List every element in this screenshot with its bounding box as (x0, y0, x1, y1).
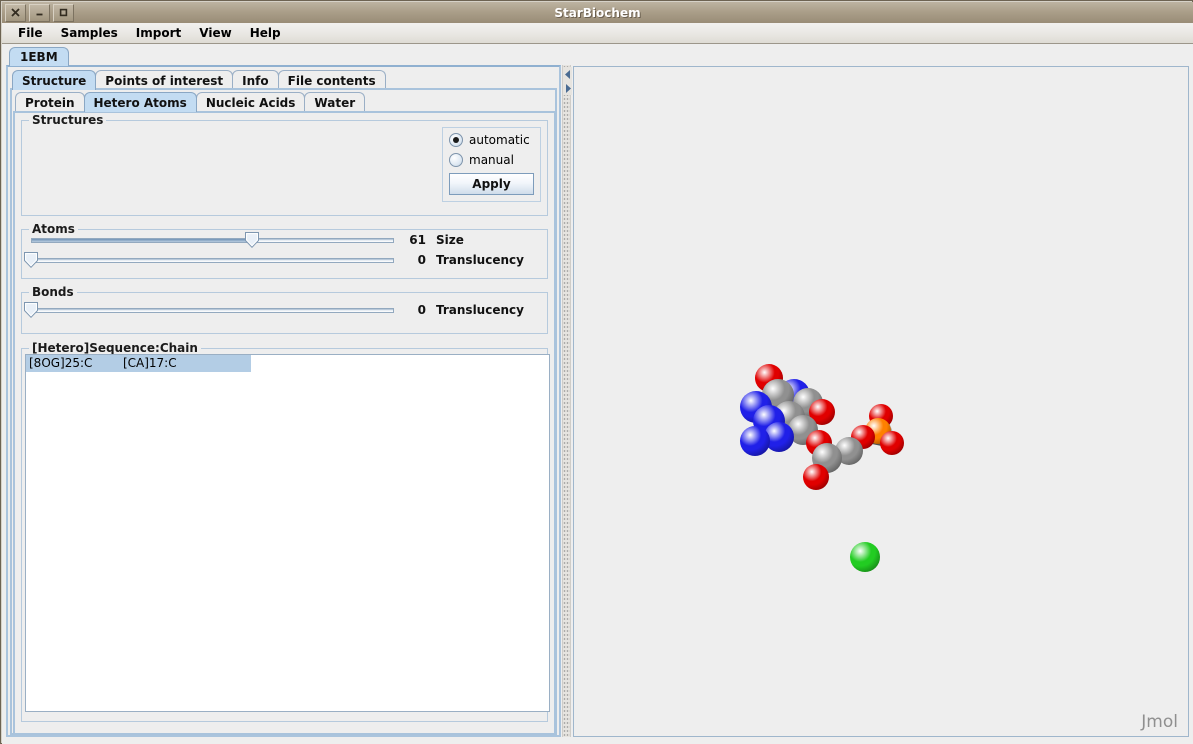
atoms-translucency-row: 0 Translucency (22, 250, 547, 270)
jmol-3d-viewport[interactable]: Jmol (576, 69, 1186, 734)
tab-water[interactable]: Water (304, 92, 366, 112)
atoms-size-fill (32, 239, 252, 242)
hetero-atoms-panel: Structures automatic manual Apply Atoms … (13, 111, 556, 735)
tab-protein[interactable]: Protein (15, 92, 85, 112)
radio-manual-label: manual (469, 153, 514, 167)
bonds-group: Bonds 0 Translucency (21, 285, 548, 334)
menu-help[interactable]: Help (241, 24, 290, 42)
atoms-translucency-thumb[interactable] (24, 252, 38, 268)
bonds-group-title: Bonds (29, 285, 77, 299)
starbiochem-window: StarBiochem File Samples Import View Hel… (0, 0, 1193, 744)
atoms-translucency-value: 0 (417, 253, 426, 267)
structure-tab-panel: Protein Hetero Atoms Nucleic Acids Water… (10, 88, 557, 735)
jmol-watermark: Jmol (1141, 712, 1178, 732)
maximize-window-button[interactable] (53, 3, 74, 22)
atoms-translucency-slider[interactable] (24, 251, 394, 269)
collapse-left-icon[interactable] (563, 67, 572, 81)
atoms-translucency-track (31, 258, 394, 263)
hetero-sequence-list[interactable]: [8OG]25:C [CA]17:C (25, 354, 550, 712)
close-window-button[interactable] (5, 3, 26, 22)
radio-manual[interactable]: manual (449, 153, 534, 167)
bonds-translucency-row: 0 Translucency (22, 300, 547, 320)
bonds-translucency-slider[interactable] (24, 301, 394, 319)
atom-sphere (850, 542, 880, 572)
collapse-right-icon[interactable] (563, 81, 572, 95)
bonds-translucency-thumb[interactable] (24, 302, 38, 318)
tab-points-of-interest[interactable]: Points of interest (95, 70, 234, 90)
tab-file-contents[interactable]: File contents (277, 70, 386, 90)
atoms-size-slider[interactable] (31, 231, 394, 249)
menu-bar: File Samples Import View Help (2, 23, 1193, 44)
window-title: StarBiochem (554, 5, 641, 20)
atom-sphere (880, 431, 904, 455)
main-content: 1EBM Structure Points of interest Info F… (2, 44, 1193, 744)
bonds-translucency-label: Translucency (436, 303, 524, 317)
menu-samples[interactable]: Samples (52, 24, 127, 42)
menu-file[interactable]: File (9, 24, 52, 42)
radio-manual-icon (449, 153, 463, 167)
atoms-size-thumb[interactable] (245, 232, 259, 248)
tab-hetero-atoms[interactable]: Hetero Atoms (83, 92, 197, 112)
atom-sphere (740, 426, 770, 456)
window-controls (5, 3, 74, 22)
menu-view[interactable]: View (190, 24, 240, 42)
left-panel: Structure Points of interest Info File c… (6, 65, 561, 737)
structures-mode-panel: automatic manual Apply (442, 127, 541, 202)
bonds-translucency-value: 0 (417, 303, 426, 317)
atoms-translucency-label: Translucency (436, 253, 524, 267)
radio-automatic[interactable]: automatic (449, 133, 534, 147)
bonds-translucency-track (31, 308, 394, 313)
document-tabstrip: 1EBM (9, 46, 69, 66)
atom-sphere (803, 464, 829, 490)
radio-automatic-icon (449, 133, 463, 147)
structures-group-title: Structures (29, 113, 107, 127)
split-pane-divider[interactable] (562, 65, 572, 737)
hetero-sequence-title: [Hetero]Sequence:Chain (29, 341, 201, 355)
document-tab-1ebm[interactable]: 1EBM (9, 47, 69, 66)
tab-structure[interactable]: Structure (12, 70, 97, 90)
atoms-size-row: 61 Size (22, 230, 547, 250)
radio-automatic-label: automatic (469, 133, 530, 147)
hetero-sequence-group: [Hetero]Sequence:Chain [8OG]25:C [CA]17:… (21, 341, 550, 722)
atoms-size-label: Size (436, 233, 464, 247)
tab-nucleic-acids[interactable]: Nucleic Acids (195, 92, 306, 112)
minimize-window-button[interactable] (29, 3, 50, 22)
structure-tabstrip: Structure Points of interest Info File c… (12, 69, 386, 90)
title-bar: StarBiochem (2, 2, 1193, 24)
menu-import[interactable]: Import (127, 24, 190, 42)
atoms-size-value: 61 (409, 233, 426, 247)
atoms-group: Atoms 61 Size 0 Translucency (21, 222, 548, 279)
molecule-type-tabstrip: Protein Hetero Atoms Nucleic Acids Water (15, 91, 366, 112)
viewer-panel: Jmol (573, 66, 1189, 737)
tab-info[interactable]: Info (232, 70, 279, 90)
apply-button[interactable]: Apply (449, 173, 534, 195)
list-item[interactable]: [8OG]25:C [CA]17:C (26, 355, 251, 372)
structures-group: Structures automatic manual Apply (21, 113, 548, 216)
